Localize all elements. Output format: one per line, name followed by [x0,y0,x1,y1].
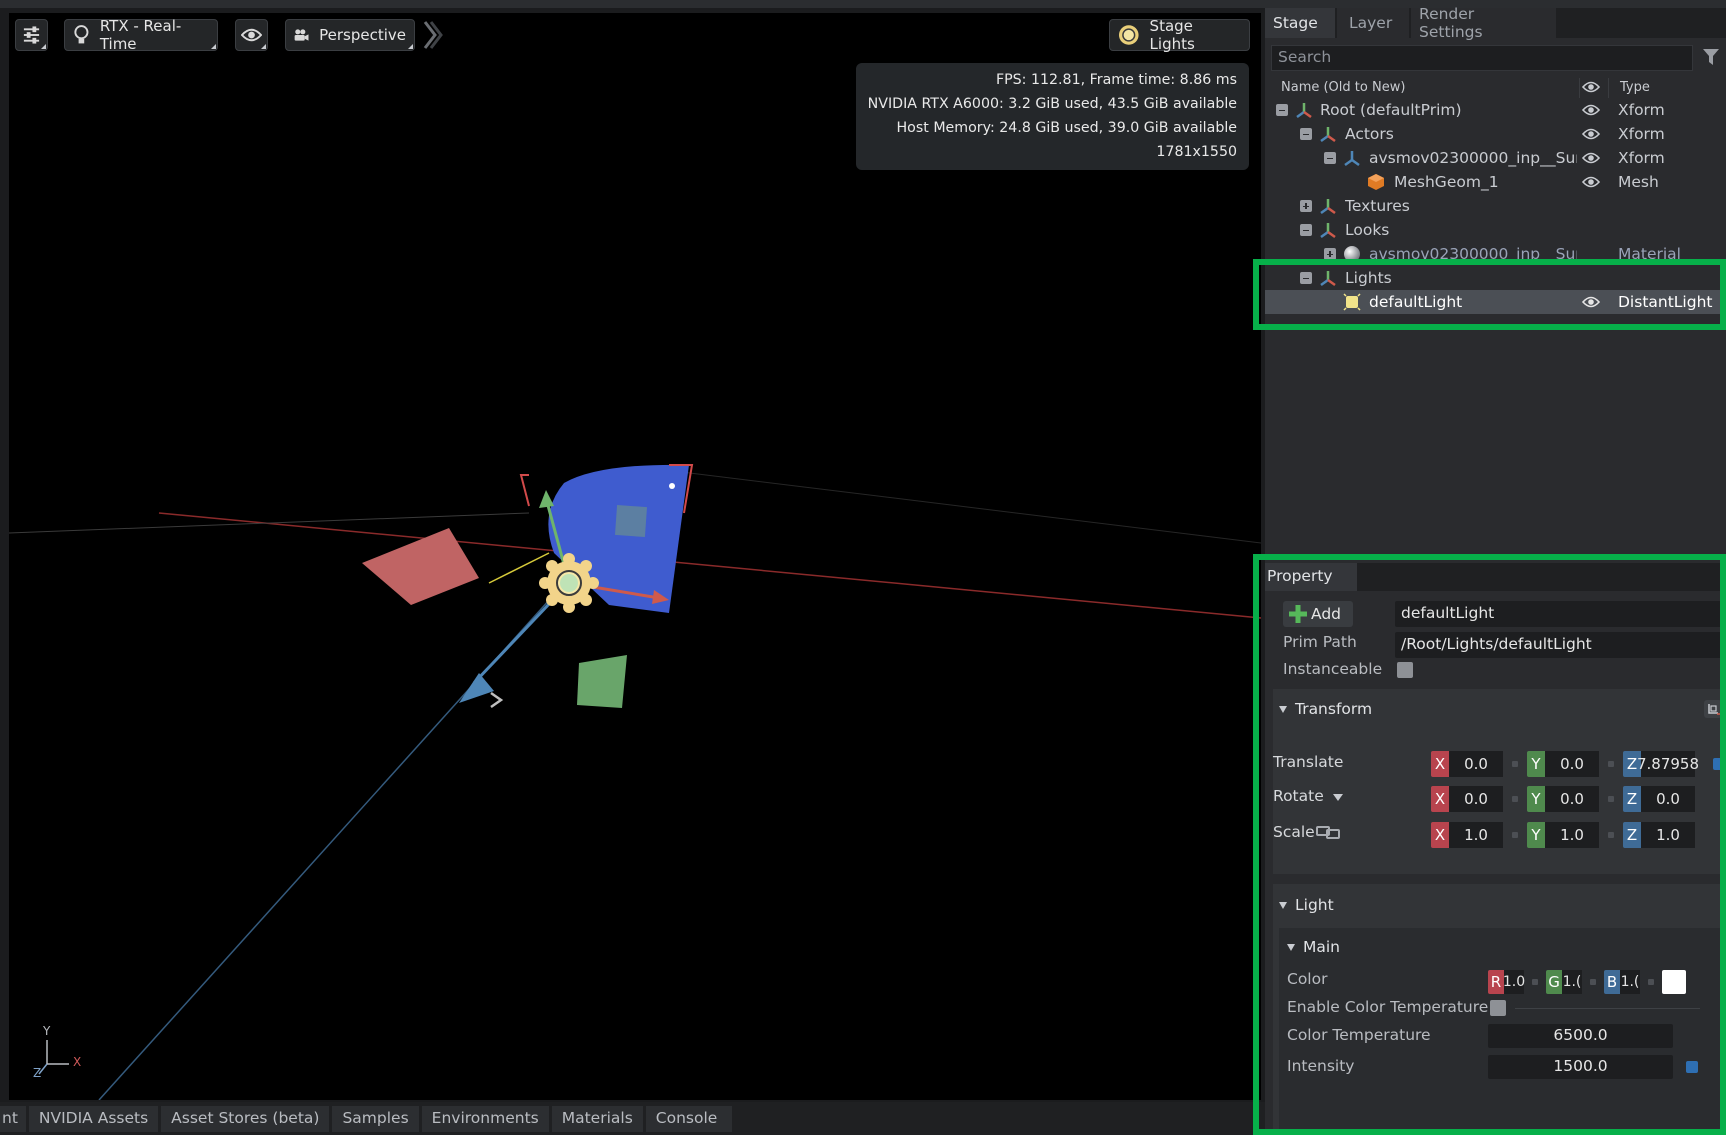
tree-row-actors[interactable]: Actors Xform [1265,122,1726,146]
scene-canvas[interactable] [9,13,1261,1100]
grid-line-dark-2 [648,467,1261,544]
tab-content[interactable]: nt [0,1106,26,1132]
axis-x-label: X [73,1055,82,1069]
axis-y-label: Y [43,1024,51,1038]
tab-layer[interactable]: Layer [1337,8,1409,38]
red-bracket-left [519,474,530,507]
tree-row-root[interactable]: Root (defaultPrim) Xform [1265,98,1726,122]
tree-row-type: Xform [1618,125,1665,143]
xform-icon [1320,199,1336,215]
fps-text: FPS: 112.81, Frame time: 8.86 ms [995,72,1237,88]
mesh-cube-icon [1368,174,1384,190]
tree-row-label: Actors [1345,125,1394,143]
dropdown-corner [408,44,413,49]
collapse-icon[interactable] [1300,224,1312,236]
camera-label: Perspective [319,26,406,44]
tree-row-label: MeshGeom_1 [1394,173,1499,191]
tab-render-settings[interactable]: Render Settings [1411,5,1556,41]
camera-button[interactable]: Perspective [285,19,415,51]
visibility-eye-icon[interactable] [1582,126,1600,142]
sliders-icon [23,26,40,44]
green-arrow-head [539,490,554,508]
xform-icon [1320,223,1336,239]
tree-row-type: Xform [1618,101,1665,119]
xform-icon [1320,127,1336,143]
sun-icon [1118,25,1139,45]
column-type-header[interactable]: Type [1620,80,1650,95]
collapse-icon[interactable] [1300,128,1312,140]
collapse-icon[interactable] [1276,104,1288,116]
render-mode-label: RTX - Real-Time [99,17,182,53]
dropdown-corner [211,44,216,49]
tree-row-label: Textures [1345,197,1410,215]
chevron-marker [490,691,504,709]
host-memory-text: Host Memory: 24.8 GiB used, 39.0 GiB ava… [896,120,1238,136]
grid-line-red [158,512,1261,619]
resolution-text: 1781x1550 [1156,144,1237,160]
tab-nvidia-assets[interactable]: NVIDIA Assets [28,1106,159,1132]
white-dot [669,483,675,489]
expand-icon[interactable] [1300,200,1312,212]
blue-inner-square [614,504,648,538]
lightbulb-icon [74,25,89,44]
dropdown-corner [41,44,46,49]
tree-row-looks[interactable]: Looks [1265,218,1726,242]
tree-row-type: Mesh [1618,173,1659,191]
visibility-eye-icon[interactable] [1582,174,1600,190]
tab-materials[interactable]: Materials [551,1106,643,1132]
tree-row-surface-xform[interactable]: avsmov02300000_inp__Surfac Xform [1265,146,1726,170]
stage-tab-bar: Stage Layer Render Settings [1265,5,1726,41]
dropdown-corner [261,44,266,49]
settings-button[interactable] [15,19,48,51]
bottom-tab-bar: nt NVIDIA Assets Asset Stores (beta) Sam… [0,1102,1265,1135]
tree-row-textures[interactable]: Textures [1265,194,1726,218]
xform-icon [1296,103,1312,119]
tree-row-label: avsmov02300000_inp__Surfac [1369,149,1577,167]
camera-icon [294,29,309,41]
filter-icon[interactable] [1703,48,1719,66]
tree-row-type: Xform [1618,149,1665,167]
stats-overlay: FPS: 112.81, Frame time: 8.86 ms NVIDIA … [855,63,1249,170]
render-mode-button[interactable]: RTX - Real-Time [64,17,218,53]
stage-search-input[interactable]: Search [1271,45,1693,71]
sun-light-icon [539,553,599,613]
stage-lights-button[interactable]: Stage Lights [1109,17,1250,53]
collapse-icon[interactable] [1324,152,1336,164]
axis-gizmo: Y X Z [33,1020,93,1080]
highlight-box-property-panel [1253,554,1726,1135]
highlight-box-tree-selection [1253,259,1726,330]
tree-row-meshgeom[interactable]: MeshGeom_1 Mesh [1265,170,1726,194]
grid-line-dark [9,512,530,534]
xform-icon [1344,151,1360,167]
tab-environments[interactable]: Environments [421,1106,549,1132]
tree-row-label: Looks [1345,221,1390,239]
axis-z-label: Z [33,1066,42,1080]
stage-tree-header: Name (Old to New) Type [1265,76,1726,98]
stage-lights-label: Stage Lights [1149,17,1195,53]
column-name-header[interactable]: Name (Old to New) [1281,80,1405,95]
eye-icon [241,28,262,42]
gpu-memory-text: NVIDIA RTX A6000: 3.2 GiB used, 43.5 GiB… [867,96,1237,112]
tab-asset-stores[interactable]: Asset Stores (beta) [161,1106,330,1132]
yellow-line [488,552,550,584]
visibility-eye-icon[interactable] [1582,150,1600,166]
tab-samples[interactable]: Samples [332,1106,419,1132]
viewport[interactable]: RTX - Real-Time Perspective Stage Lights… [9,13,1261,1100]
red-plane [362,528,479,605]
tree-row-label: Root (defaultPrim) [1320,101,1462,119]
green-plane [577,655,627,708]
visibility-button[interactable] [235,19,268,51]
toolbar-expand-chevron-icon[interactable] [421,19,443,51]
tab-console[interactable]: Console [645,1106,732,1132]
blue-arrow-head [459,673,494,703]
tab-stage[interactable]: Stage [1265,8,1335,38]
visibility-eye-icon[interactable] [1582,102,1600,118]
visibility-column-eye-icon[interactable] [1582,80,1600,94]
